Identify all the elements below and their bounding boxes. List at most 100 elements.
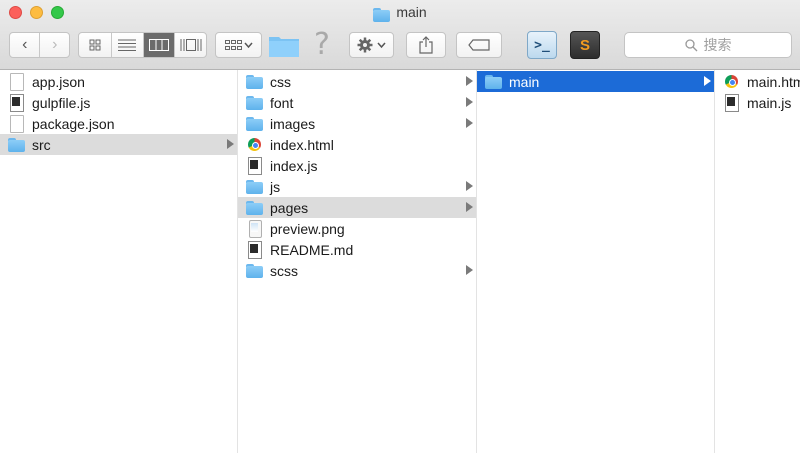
- script-icon: [246, 157, 263, 175]
- forward-button[interactable]: ›: [39, 33, 69, 57]
- file-name: pages: [270, 199, 309, 216]
- folder-icon: [246, 199, 263, 216]
- window-title: main: [0, 4, 800, 22]
- file-row[interactable]: pages: [238, 197, 476, 218]
- columns-icon: [148, 39, 169, 51]
- file-row[interactable]: main.js: [715, 92, 800, 113]
- file-row[interactable]: css: [238, 71, 476, 92]
- action-menu-button[interactable]: [349, 32, 394, 58]
- chrome-html-icon: [723, 73, 740, 90]
- share-icon: [419, 36, 433, 54]
- sublime-text-app-icon[interactable]: S: [570, 31, 600, 59]
- file-row[interactable]: images: [238, 113, 476, 134]
- chrome-html-icon: [246, 136, 263, 153]
- column-view-button[interactable]: [142, 33, 175, 57]
- disclosure-arrow-icon: [466, 97, 473, 107]
- file-row[interactable]: js: [238, 176, 476, 197]
- file-row[interactable]: index.html: [238, 134, 476, 155]
- file-name: main: [509, 73, 540, 90]
- group-grid-icon: [224, 40, 253, 50]
- file-name: app.json: [32, 73, 85, 90]
- folder-icon: [373, 6, 391, 22]
- disclosure-arrow-icon: [466, 181, 473, 191]
- help-icon[interactable]: ?: [314, 27, 330, 62]
- back-forward-control: ‹ ›: [9, 32, 70, 58]
- share-button[interactable]: [406, 32, 446, 58]
- group-by-button[interactable]: [215, 32, 262, 58]
- search-input[interactable]: 搜索: [624, 32, 792, 58]
- view-mode-control: [78, 32, 207, 58]
- gallery-icon: [180, 39, 202, 51]
- file-row[interactable]: main: [477, 71, 714, 92]
- file-row[interactable]: scss: [238, 260, 476, 281]
- file-name: index.js: [270, 157, 318, 174]
- folder-icon: [246, 94, 263, 111]
- column-3[interactable]: main: [477, 70, 715, 453]
- file-name: scss: [270, 262, 298, 279]
- column-browser: app.json gulpfile.js package.json src css fo…: [0, 70, 800, 453]
- toolbar-folder-button[interactable]: [268, 34, 300, 58]
- file-row[interactable]: font: [238, 92, 476, 113]
- chevron-left-icon: ‹: [22, 36, 28, 53]
- column-2[interactable]: css font images index.html index.js js pages pr…: [238, 70, 477, 453]
- gallery-view-button[interactable]: [174, 33, 206, 57]
- disclosure-arrow-icon: [466, 76, 473, 86]
- file-row[interactable]: src: [0, 134, 237, 155]
- grid-icon: [89, 39, 101, 51]
- column-1[interactable]: app.json gulpfile.js package.json src: [0, 70, 238, 453]
- search-placeholder: 搜索: [703, 37, 732, 53]
- chevron-right-icon: ›: [52, 36, 58, 53]
- tag-button[interactable]: [456, 32, 502, 58]
- folder-icon: [269, 37, 299, 57]
- document-icon: [8, 73, 25, 91]
- file-name: index.html: [270, 136, 334, 153]
- disclosure-arrow-icon: [704, 76, 711, 86]
- disclosure-arrow-icon: [227, 139, 234, 149]
- tag-icon: [468, 39, 490, 51]
- folder-icon: [8, 136, 25, 153]
- folder-icon: [246, 262, 263, 279]
- file-name: package.json: [32, 115, 115, 132]
- file-row[interactable]: index.js: [238, 155, 476, 176]
- file-row[interactable]: app.json: [0, 71, 237, 92]
- file-row[interactable]: preview.png: [238, 218, 476, 239]
- vscode-glyph: >_: [534, 37, 550, 53]
- file-row[interactable]: gulpfile.js: [0, 92, 237, 113]
- file-row[interactable]: README.md: [238, 239, 476, 260]
- gear-icon: [357, 37, 386, 53]
- file-name: images: [270, 115, 316, 132]
- vscode-app-icon[interactable]: >_: [527, 31, 557, 59]
- column-4[interactable]: main.html main.js: [715, 70, 800, 453]
- window-title-text: main: [396, 4, 427, 20]
- icon-view-button[interactable]: [79, 33, 111, 57]
- file-name: main.js: [747, 94, 792, 111]
- disclosure-arrow-icon: [466, 265, 473, 275]
- sublime-glyph: S: [579, 36, 590, 54]
- file-name: README.md: [270, 241, 354, 258]
- file-name: font: [270, 94, 294, 111]
- file-row[interactable]: package.json: [0, 113, 237, 134]
- disclosure-arrow-icon: [466, 118, 473, 128]
- script-icon: [723, 94, 740, 112]
- file-name: css: [270, 73, 291, 90]
- folder-icon: [246, 178, 263, 195]
- file-name: preview.png: [270, 220, 345, 237]
- folder-icon: [246, 115, 263, 132]
- back-button[interactable]: ‹: [10, 33, 39, 57]
- search-icon: [684, 38, 697, 51]
- folder-icon: [246, 73, 263, 90]
- document-icon: [8, 115, 25, 133]
- script-icon: [246, 241, 263, 259]
- file-row[interactable]: main.html: [715, 71, 800, 92]
- window-toolbar: main ‹ › ? >_ S 搜索: [0, 0, 800, 70]
- list-icon: [118, 39, 137, 51]
- image-icon: [246, 220, 263, 238]
- script-icon: [8, 94, 25, 112]
- file-name: main.html: [747, 73, 800, 90]
- file-name: src: [32, 136, 51, 153]
- disclosure-arrow-icon: [466, 202, 473, 212]
- folder-icon: [485, 73, 502, 90]
- file-name: gulpfile.js: [32, 94, 91, 111]
- list-view-button[interactable]: [110, 33, 143, 57]
- file-name: js: [270, 178, 281, 195]
